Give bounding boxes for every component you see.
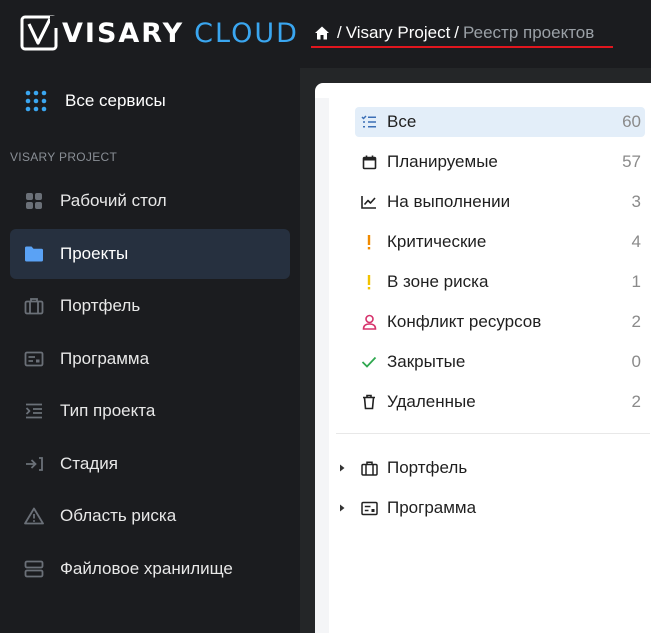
sidebar-item-label: Стадия <box>60 454 118 473</box>
calendar-icon <box>361 154 377 170</box>
filter-at-risk[interactable]: В зоне риска 1 <box>355 267 645 297</box>
filter-count: 2 <box>631 312 641 331</box>
tree-item-portfolio[interactable]: Портфель <box>337 453 467 483</box>
breadcrumb-separator: / <box>337 23 342 42</box>
all-services-button[interactable]: Все сервисы <box>24 88 166 114</box>
sidebar-item-file-storage[interactable]: Файловое хранилище <box>10 544 290 594</box>
filter-resource-conflict[interactable]: Конфликт ресурсов 2 <box>355 307 645 337</box>
sidebar-item-portfolio[interactable]: Портфель <box>10 281 290 331</box>
all-services-label: Все сервисы <box>65 91 166 110</box>
program-icon <box>24 349 44 369</box>
sidebar-item-label: Проекты <box>60 244 129 263</box>
app-header: VISARY CLOUD / Visary Project / Реестр п… <box>0 0 651 68</box>
folder-icon <box>24 244 44 264</box>
filter-label: Конфликт ресурсов <box>387 312 542 331</box>
sidebar-item-label: Тип проекта <box>60 401 156 420</box>
logo-brand: VISARY <box>62 17 185 49</box>
sidebar-item-risk-area[interactable]: Область риска <box>10 491 290 541</box>
exclamation-icon <box>361 234 377 250</box>
sidebar-item-project-type[interactable]: Тип проекта <box>10 386 290 436</box>
filter-count: 4 <box>631 232 641 251</box>
filter-count: 3 <box>631 192 641 211</box>
sidebar-item-label: Рабочий стол <box>60 191 167 210</box>
filter-label: Удаленные <box>387 392 476 411</box>
tree-item-program[interactable]: Программа <box>337 493 476 523</box>
sidebar-section-label: VISARY PROJECT <box>10 150 118 164</box>
stage-arrow-icon <box>24 454 44 474</box>
storage-icon <box>24 559 44 579</box>
breadcrumb-project-link[interactable]: Visary Project <box>346 23 451 43</box>
filter-all[interactable]: Все 60 <box>355 107 645 137</box>
tree-item-label: Программа <box>387 498 477 517</box>
filter-label: Закрытые <box>387 352 466 371</box>
logo-product: CLOUD <box>194 17 299 49</box>
sidebar-item-dashboard[interactable]: Рабочий стол <box>10 176 290 226</box>
filter-count: 2 <box>631 392 641 411</box>
trash-icon <box>361 394 377 410</box>
caret-right-icon[interactable] <box>337 503 347 513</box>
filter-label: В зоне риска <box>387 272 489 291</box>
filter-label: Все <box>387 112 417 131</box>
indent-list-icon <box>24 401 44 421</box>
checklist-icon <box>361 114 377 130</box>
check-icon <box>361 354 377 370</box>
caret-right-icon[interactable] <box>337 463 347 473</box>
program-icon <box>361 499 379 517</box>
briefcase-icon <box>24 296 44 316</box>
filter-label: Критические <box>387 232 487 251</box>
dashboard-icon <box>24 191 44 211</box>
filter-label: Планируемые <box>387 152 498 171</box>
sidebar-item-stage[interactable]: Стадия <box>10 439 290 489</box>
tree-item-label: Портфель <box>387 458 468 477</box>
briefcase-icon <box>361 459 379 477</box>
sidebar-item-label: Программа <box>60 349 150 368</box>
exclamation-icon <box>361 274 377 290</box>
visary-cloud-logo[interactable]: VISARY CLOUD <box>20 14 299 52</box>
home-icon[interactable] <box>314 25 330 41</box>
filter-closed[interactable]: Закрытые 0 <box>355 347 645 377</box>
person-icon <box>361 314 377 330</box>
filter-count: 0 <box>631 352 641 371</box>
filter-in-progress[interactable]: На выполнении 3 <box>355 187 645 217</box>
sidebar-item-program[interactable]: Программа <box>10 334 290 384</box>
filter-critical[interactable]: Критические 4 <box>355 227 645 257</box>
filter-label: На выполнении <box>387 192 511 211</box>
filter-divider <box>336 433 650 434</box>
logo-text: VISARY CLOUD <box>62 18 299 49</box>
breadcrumb-current: Реестр проектов <box>463 23 595 42</box>
breadcrumb-separator: / <box>454 23 460 42</box>
panel-left-strip <box>315 98 329 633</box>
chart-line-icon <box>361 194 377 210</box>
warning-icon <box>24 506 44 526</box>
sidebar-item-label: Область риска <box>60 506 177 525</box>
sidebar-item-label: Файловое хранилище <box>60 559 233 578</box>
apps-grid-icon <box>25 90 47 112</box>
sidebar-item-label: Портфель <box>60 296 141 315</box>
visary-logo-mark-icon <box>20 15 60 51</box>
filter-count: 57 <box>622 152 641 171</box>
filter-count: 1 <box>631 272 641 291</box>
breadcrumb: / Visary Project / Реестр проектов <box>314 20 594 46</box>
breadcrumb-underline <box>311 46 613 48</box>
sidebar: Все сервисы VISARY PROJECT Рабочий стол … <box>0 68 300 633</box>
filter-deleted[interactable]: Удаленные 2 <box>355 387 645 417</box>
sidebar-item-projects[interactable]: Проекты <box>10 229 290 279</box>
filter-planned[interactable]: Планируемые 57 <box>355 147 645 177</box>
filter-count: 60 <box>622 112 641 131</box>
